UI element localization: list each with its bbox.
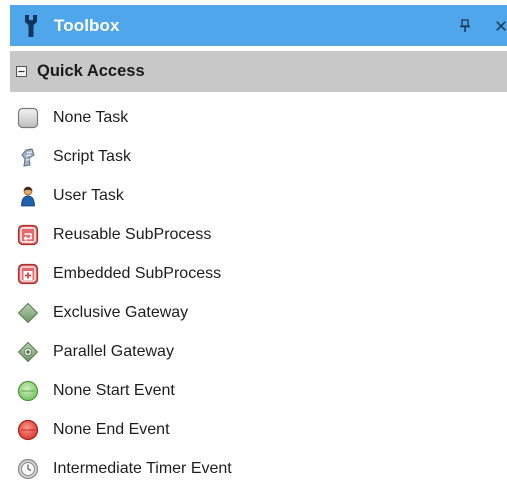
quick-access-header[interactable]: Quick Access — [10, 51, 507, 92]
toolbox-title: Toolbox — [54, 15, 120, 35]
toolbox-item-user-task[interactable]: User Task — [10, 176, 507, 215]
start-event-icon — [16, 379, 40, 403]
toolbox-item-embedded-subprocess[interactable]: Embedded SubProcess — [10, 254, 507, 293]
toolbox-item-exclusive-gateway[interactable]: Exclusive Gateway — [10, 293, 507, 332]
toolbox-item-none-start-event[interactable]: None Start Event — [10, 371, 507, 410]
toolbox-item-intermediate-timer-event[interactable]: Intermediate Timer Event — [10, 449, 507, 482]
item-label: Reusable SubProcess — [53, 225, 212, 243]
toolbox-item-none-task[interactable]: None Task — [10, 98, 507, 137]
toolbox-item-list: None Task Script Task User Task Reusable… — [10, 98, 507, 482]
script-task-icon — [16, 145, 40, 169]
end-event-icon — [16, 418, 40, 442]
item-label: Exclusive Gateway — [53, 303, 189, 321]
item-label: None Start Event — [53, 381, 175, 399]
toolbox-item-script-task[interactable]: Script Task — [10, 137, 507, 176]
reusable-subprocess-icon — [16, 223, 40, 247]
section-title: Quick Access — [37, 62, 145, 80]
item-label: Embedded SubProcess — [53, 264, 222, 282]
parallel-gateway-icon — [16, 340, 40, 364]
embedded-subprocess-icon — [16, 262, 40, 286]
minus-box-icon[interactable] — [16, 66, 27, 77]
item-label: Parallel Gateway — [53, 342, 174, 360]
toolbox-title-bar: Toolbox — [10, 5, 507, 46]
item-label: None Task — [53, 108, 129, 126]
exclusive-gateway-icon — [16, 301, 40, 325]
item-label: User Task — [53, 186, 124, 204]
close-icon[interactable] — [495, 18, 507, 34]
item-label: None End Event — [53, 420, 170, 438]
toolbox-icon — [21, 13, 41, 39]
toolbox-item-parallel-gateway[interactable]: Parallel Gateway — [10, 332, 507, 371]
none-task-icon — [16, 106, 40, 130]
toolbox-panel: Toolbox Quick Access None Task Script Ta… — [0, 0, 507, 482]
toolbox-item-reusable-subprocess[interactable]: Reusable SubProcess — [10, 215, 507, 254]
item-label: Intermediate Timer Event — [53, 459, 232, 477]
user-task-icon — [16, 184, 40, 208]
pin-icon[interactable] — [457, 18, 473, 34]
timer-event-icon — [16, 457, 40, 481]
item-label: Script Task — [53, 147, 131, 165]
toolbox-item-none-end-event[interactable]: None End Event — [10, 410, 507, 449]
